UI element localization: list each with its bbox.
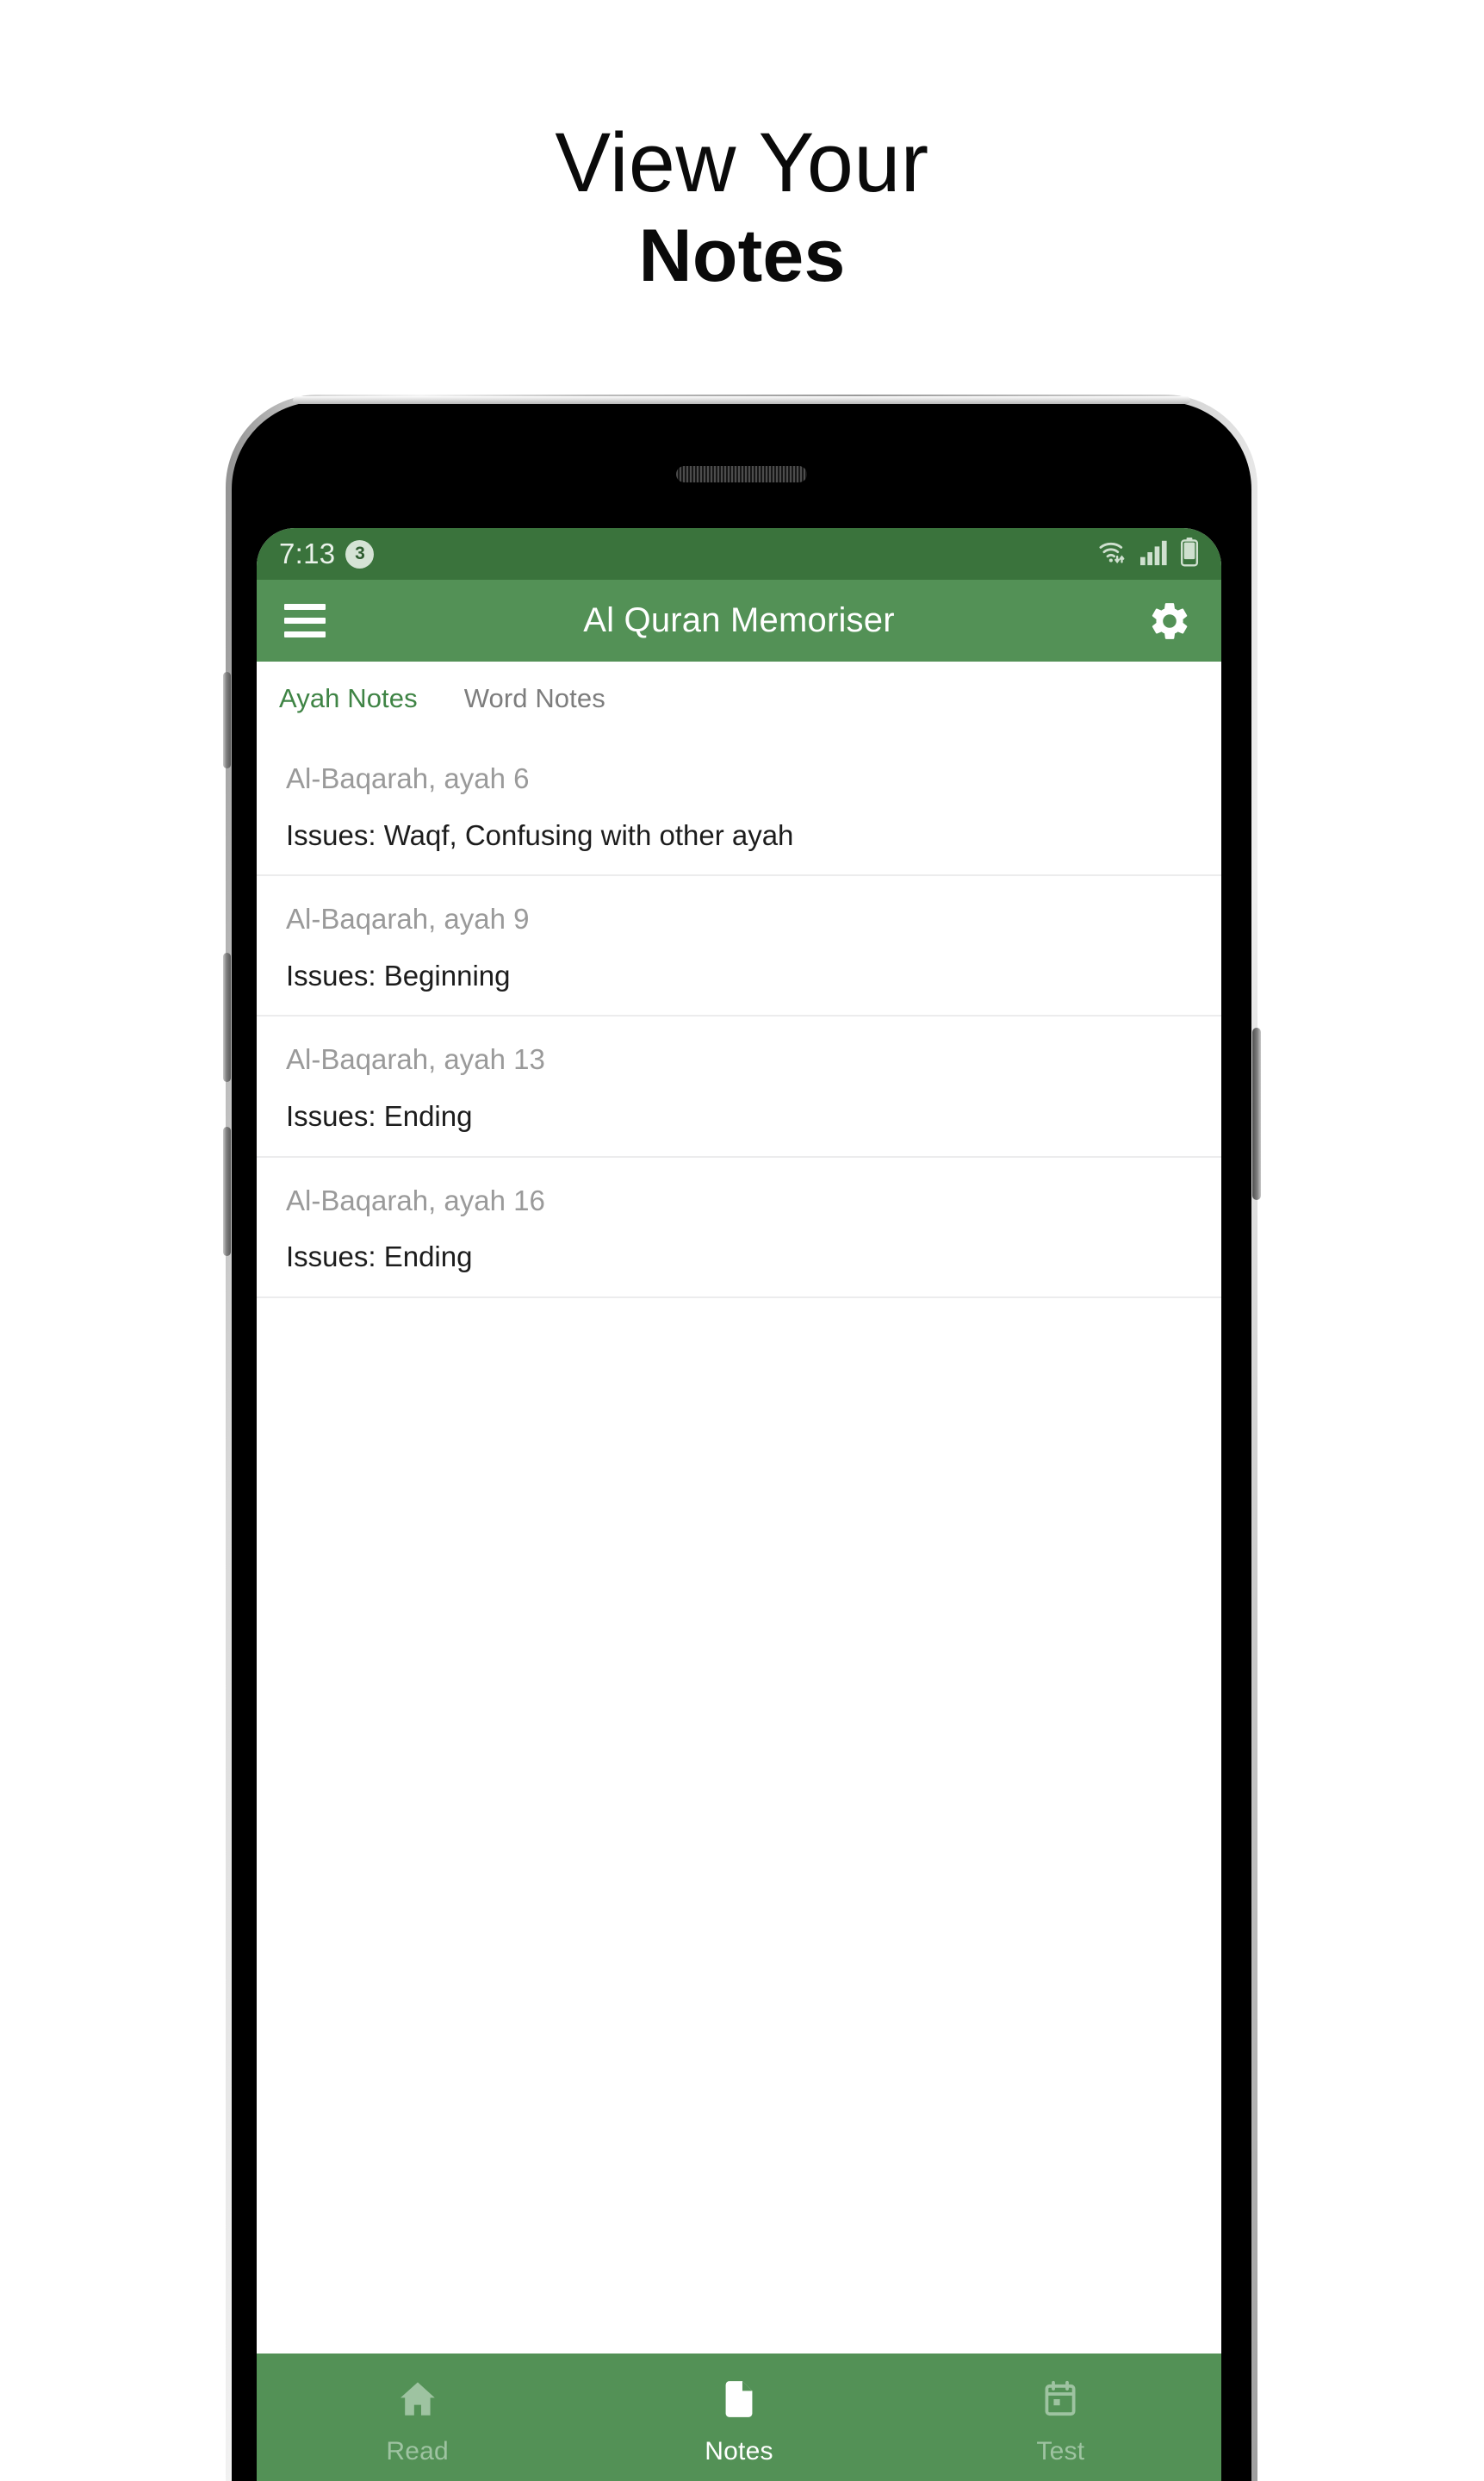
headline-line-2: Notes <box>638 214 846 297</box>
note-issues: Issues: Ending <box>286 1099 473 1132</box>
home-icon <box>396 2376 439 2422</box>
battery-icon <box>1180 537 1199 571</box>
gear-icon[interactable] <box>1146 597 1194 645</box>
bottom-navigation-bar: Read Notes Test <box>257 2354 1221 2481</box>
nav-item-test[interactable]: Test <box>900 2376 1221 2466</box>
status-time: 7:13 <box>279 538 336 569</box>
volume-up-button[interactable] <box>223 672 231 768</box>
nav-label: Read <box>386 2437 449 2465</box>
nav-label: Test <box>1036 2437 1085 2465</box>
phone-screen: 7:13 3 Al Quran Memoriser Ayah Notes Wor… <box>257 528 1221 2481</box>
assistant-button[interactable] <box>223 1127 231 1256</box>
app-bar: Al Quran Memoriser <box>257 580 1221 662</box>
page-title: View Your Notes <box>0 115 1484 297</box>
status-bar-left: 7:13 3 <box>279 538 375 570</box>
tab-word-notes[interactable]: Word Notes <box>464 683 605 714</box>
note-reference: Al-Baqarah, ayah 6 <box>286 762 530 794</box>
tab-ayah-notes[interactable]: Ayah Notes <box>279 683 418 714</box>
notes-list: Al-Baqarah, ayah 6 Issues: Waqf, Confusi… <box>257 736 1221 2354</box>
nav-item-read[interactable]: Read <box>257 2376 578 2466</box>
document-icon <box>717 2376 761 2422</box>
promo-screenshot-page: View Your Notes 7:13 3 Al Quran Memorise… <box>0 0 1484 2481</box>
note-reference: Al-Baqarah, ayah 9 <box>286 903 530 936</box>
list-item[interactable]: Al-Baqarah, ayah 16 Issues: Ending <box>257 1158 1221 1298</box>
notification-count-badge: 3 <box>345 539 375 569</box>
list-item[interactable]: Al-Baqarah, ayah 6 Issues: Waqf, Confusi… <box>257 736 1221 877</box>
note-issues: Issues: Ending <box>286 1240 473 1273</box>
headline-line-1: View Your <box>555 115 929 209</box>
note-issues: Issues: Waqf, Confusing with other ayah <box>286 818 794 851</box>
note-reference: Al-Baqarah, ayah 16 <box>286 1184 545 1216</box>
wifi-icon <box>1097 538 1130 570</box>
nav-label: Notes <box>705 2437 773 2465</box>
hamburger-bar <box>284 618 326 624</box>
list-item[interactable]: Al-Baqarah, ayah 13 Issues: Ending <box>257 1017 1221 1158</box>
hamburger-bar <box>284 604 326 610</box>
calendar-icon <box>1040 2376 1081 2422</box>
cellular-signal-icon <box>1140 538 1170 570</box>
power-button[interactable] <box>1252 1028 1261 1200</box>
note-reference: Al-Baqarah, ayah 13 <box>286 1043 545 1076</box>
app-bar-title: Al Quran Memoriser <box>583 601 895 639</box>
phone-mockup: 7:13 3 Al Quran Memoriser Ayah Notes Wor… <box>223 395 1261 2481</box>
note-issues: Issues: Beginning <box>286 959 511 992</box>
notes-tab-bar: Ayah Notes Word Notes <box>257 662 1221 736</box>
earpiece-speaker <box>676 466 807 482</box>
list-item[interactable]: Al-Baqarah, ayah 9 Issues: Beginning <box>257 876 1221 1017</box>
status-bar-right <box>1097 537 1199 571</box>
nav-item-notes[interactable]: Notes <box>578 2376 899 2466</box>
phone-top-gloss <box>293 396 1190 404</box>
volume-down-button[interactable] <box>223 953 231 1082</box>
hamburger-menu-icon[interactable] <box>284 604 326 637</box>
status-bar: 7:13 3 <box>257 528 1221 580</box>
hamburger-bar <box>284 631 326 637</box>
